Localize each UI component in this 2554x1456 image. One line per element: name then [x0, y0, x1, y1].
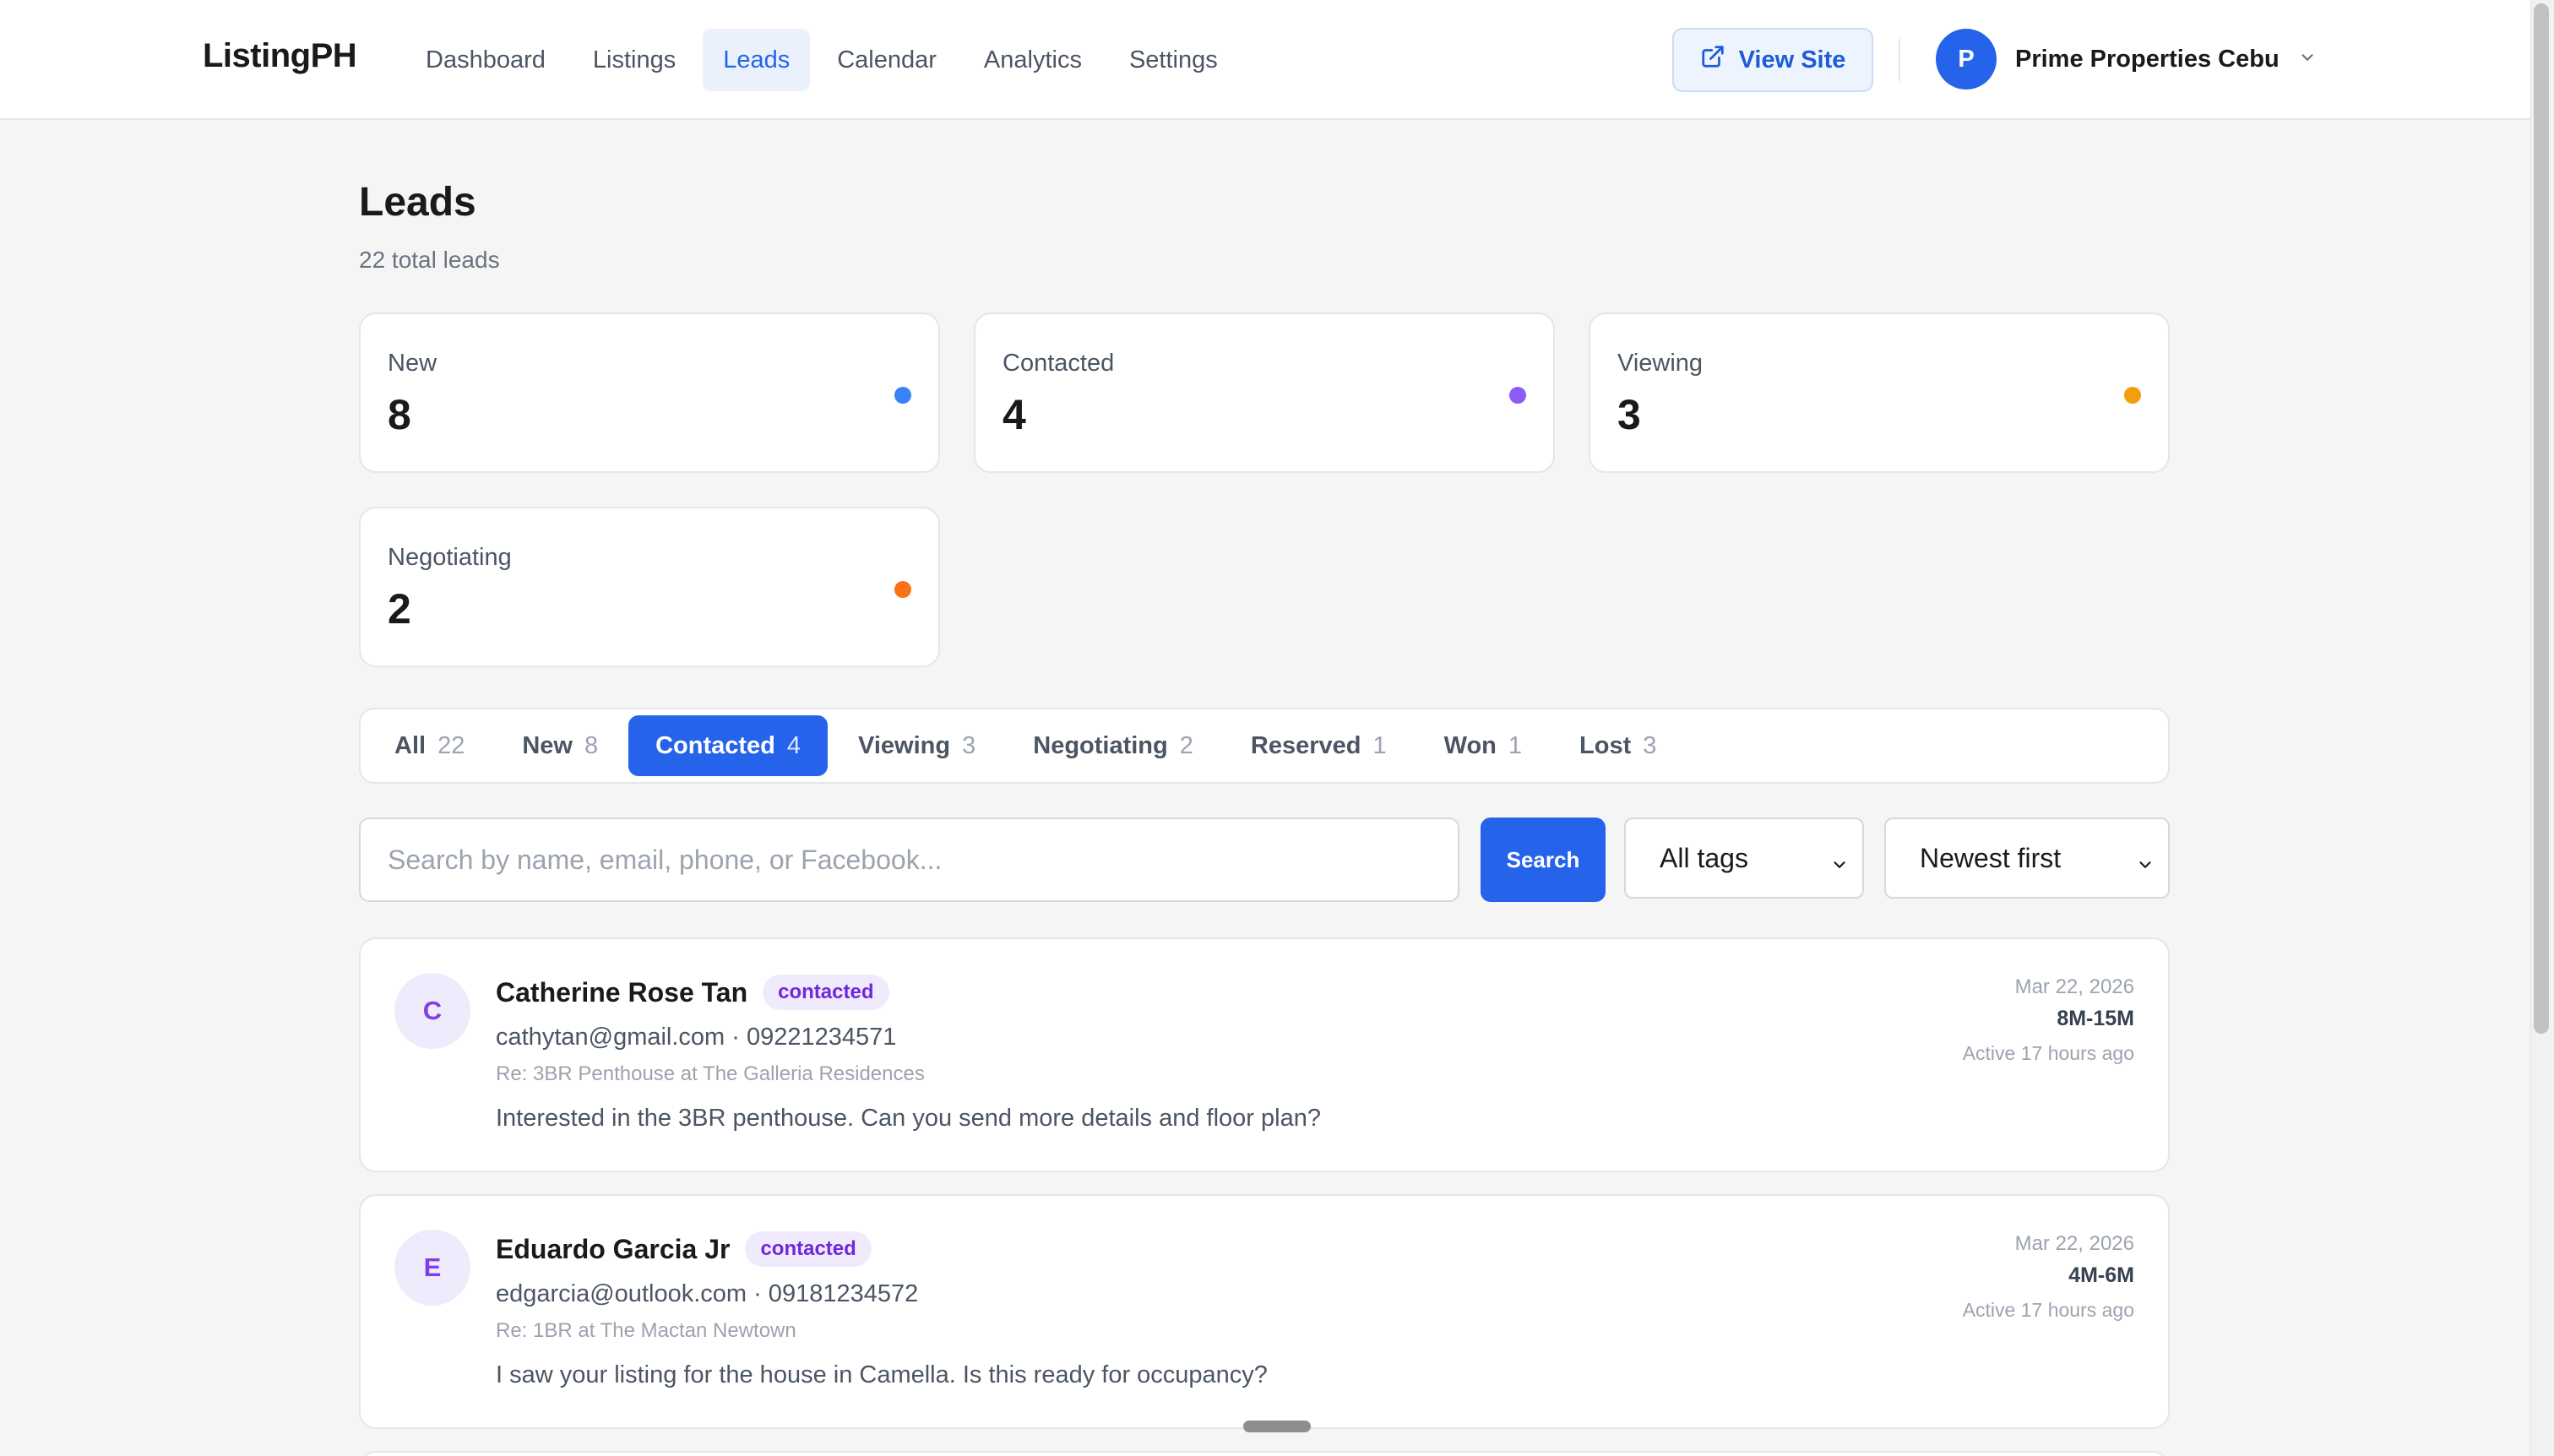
lead-budget: 8M-15M — [2057, 1007, 2134, 1030]
lead-listing-ref: Re: 3BR Penthouse at The Galleria Reside… — [496, 1062, 925, 1085]
nav-calendar[interactable]: Calendar — [817, 29, 957, 91]
tab-count: 1 — [1508, 731, 1523, 759]
vertical-scrollbar-thumb[interactable] — [2534, 3, 2549, 1034]
tab-label: Viewing — [858, 731, 951, 759]
external-link-icon — [1700, 44, 1725, 76]
top-navbar: ListingPH Dashboard Listings Leads Calen… — [0, 0, 2530, 120]
stat-label: Viewing — [1617, 350, 1704, 377]
account-avatar: P — [1936, 29, 1997, 90]
nav-leads[interactable]: Leads — [703, 29, 811, 91]
tags-filter-value: All tags — [1660, 842, 1748, 873]
tab-reserved[interactable]: Reserved 1 — [1224, 715, 1414, 776]
lead-card[interactable]: C Catherine Rose Tan contacted cathytan@… — [359, 937, 2170, 1172]
status-dot — [894, 387, 911, 404]
page-title: Leads — [359, 180, 476, 225]
tab-count: 3 — [1643, 731, 1657, 759]
tab-viewing[interactable]: Viewing 3 — [831, 715, 1003, 776]
stat-value: 8 — [388, 391, 411, 438]
stat-label: New — [388, 350, 437, 377]
stat-label: Negotiating — [388, 544, 512, 571]
lead-contact: edgarcia@outlook.com · 09181234572 — [496, 1280, 919, 1307]
tab-count: 4 — [786, 731, 802, 759]
status-dot — [2124, 387, 2141, 404]
lead-activity: Active 17 hours ago — [1962, 1299, 2134, 1321]
stat-value: 4 — [1003, 391, 1026, 438]
lead-activity: Active 17 hours ago — [1962, 1042, 2134, 1064]
search-input[interactable] — [359, 818, 1459, 902]
stat-value: 3 — [1617, 391, 1641, 438]
nav-analytics[interactable]: Analytics — [964, 29, 1102, 91]
tab-label: Reserved — [1250, 731, 1361, 759]
chevron-down-icon — [2298, 48, 2317, 71]
lead-name: Catherine Rose Tan — [496, 976, 748, 1008]
tab-count: 3 — [962, 731, 976, 759]
tab-contacted[interactable]: Contacted 4 — [628, 715, 829, 776]
page-subtitle: 22 total leads — [359, 247, 500, 273]
stat-card-contacted: Contacted 4 — [974, 312, 1555, 473]
tab-label: Won — [1443, 731, 1497, 759]
tab-count: 8 — [584, 731, 599, 759]
lead-card-partial[interactable] — [359, 1451, 2170, 1456]
lead-avatar: E — [394, 1230, 470, 1306]
stat-card-viewing: Viewing 3 — [1589, 312, 2170, 473]
lead-date: Mar 22, 2026 — [2014, 975, 2134, 998]
status-badge: contacted — [763, 975, 889, 1010]
lead-budget: 4M-6M — [2068, 1263, 2134, 1287]
lead-listing-ref: Re: 1BR at The Mactan Newtown — [496, 1319, 796, 1342]
lead-card[interactable]: E Eduardo Garcia Jr contacted edgarcia@o… — [359, 1194, 2170, 1429]
tab-label: Negotiating — [1033, 731, 1168, 759]
lead-message: Interested in the 3BR penthouse. Can you… — [496, 1105, 1321, 1132]
tab-label: Lost — [1579, 731, 1632, 759]
tab-won[interactable]: Won 1 — [1417, 715, 1549, 776]
tab-count: 2 — [1179, 731, 1193, 759]
tab-negotiating[interactable]: Negotiating 2 — [1006, 715, 1220, 776]
view-site-label: View Site — [1738, 46, 1846, 73]
account-name: Prime Properties Cebu — [2015, 45, 2280, 73]
tab-count: 22 — [437, 731, 465, 759]
leads-page: ListingPH Dashboard Listings Leads Calen… — [0, 0, 2554, 1456]
chevron-down-icon — [1830, 850, 1849, 881]
tab-new[interactable]: New 8 — [495, 715, 625, 776]
lead-meta: Mar 22, 2026 4M-6M Active 17 hours ago — [1963, 1230, 2134, 1328]
status-dot — [894, 581, 911, 598]
tags-filter-select[interactable]: All tags — [1624, 818, 1864, 899]
lead-date: Mar 22, 2026 — [2014, 1232, 2134, 1255]
horizontal-scroll-handle[interactable] — [1243, 1421, 1311, 1432]
status-tabs: All 22 New 8 Contacted 4 Viewing 3 Negot… — [359, 708, 2170, 784]
tab-label: Contacted — [655, 731, 775, 759]
chevron-down-icon — [2136, 850, 2155, 881]
status-badge: contacted — [745, 1231, 872, 1267]
stat-card-new: New 8 — [359, 312, 940, 473]
sort-select[interactable]: Newest first — [1884, 818, 2170, 899]
nav-divider — [1899, 39, 1900, 81]
main-nav: Dashboard Listings Leads Calendar Analyt… — [405, 29, 1238, 91]
lead-message: I saw your listing for the house in Came… — [496, 1361, 1268, 1388]
nav-listings[interactable]: Listings — [573, 29, 696, 91]
lead-name: Eduardo Garcia Jr — [496, 1233, 731, 1264]
tab-lost[interactable]: Lost 3 — [1552, 715, 1683, 776]
stat-card-negotiating: Negotiating 2 — [359, 507, 940, 667]
stat-value: 2 — [388, 585, 411, 633]
brand-logo[interactable]: ListingPH — [203, 37, 357, 75]
nav-settings[interactable]: Settings — [1109, 29, 1238, 91]
account-menu[interactable]: P Prime Properties Cebu — [1936, 29, 2317, 90]
tab-count: 1 — [1372, 731, 1387, 759]
lead-contact: cathytan@gmail.com · 09221234571 — [496, 1024, 897, 1051]
search-button[interactable]: Search — [1481, 818, 1606, 902]
lead-meta: Mar 22, 2026 8M-15M Active 17 hours ago — [1963, 973, 2134, 1071]
tab-label: New — [522, 731, 573, 759]
status-dot — [1509, 387, 1526, 404]
tab-all[interactable]: All 22 — [367, 715, 492, 776]
stat-label: Contacted — [1003, 350, 1115, 377]
nav-dashboard[interactable]: Dashboard — [405, 29, 566, 91]
sort-value: Newest first — [1920, 842, 2062, 873]
lead-header: Catherine Rose Tan contacted — [496, 975, 889, 1010]
tab-label: All — [394, 731, 427, 759]
view-site-button[interactable]: View Site — [1672, 28, 1873, 92]
lead-avatar: C — [394, 973, 470, 1049]
lead-header: Eduardo Garcia Jr contacted — [496, 1231, 872, 1267]
